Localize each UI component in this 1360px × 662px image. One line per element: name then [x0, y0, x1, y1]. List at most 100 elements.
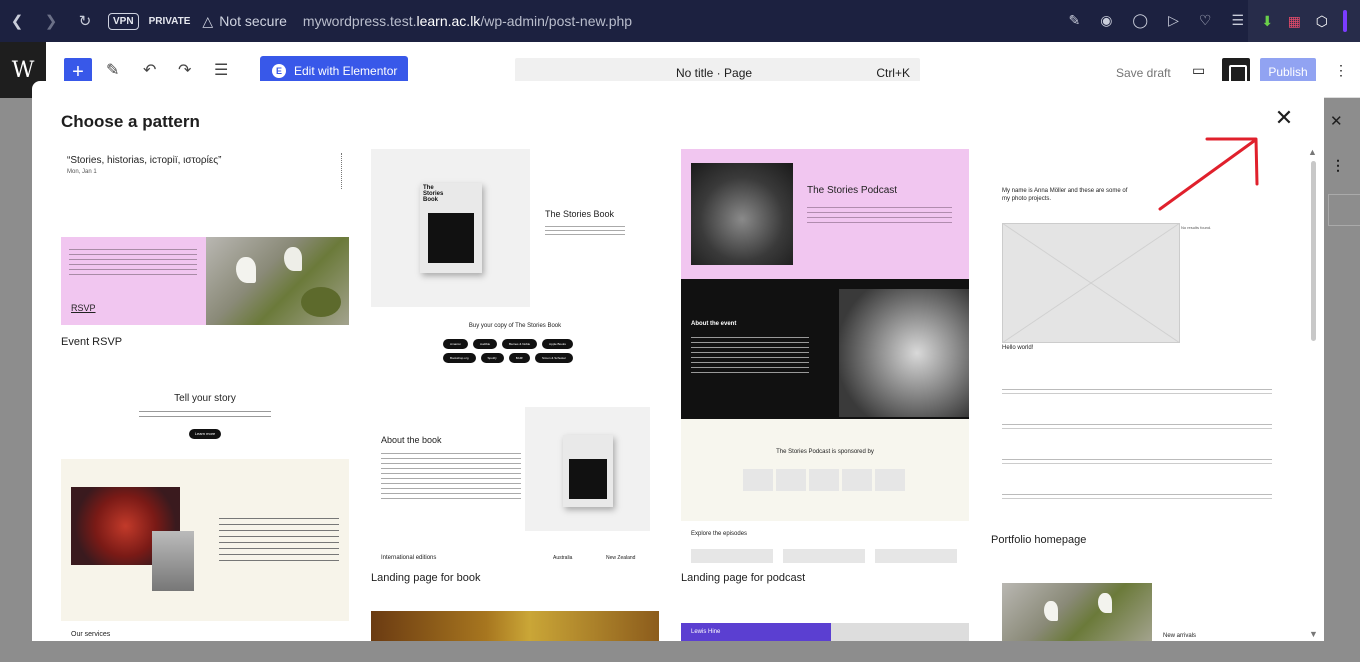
pattern-event-rsvp[interactable]: “Stories, historias, історії, ιστορίες” … [61, 149, 349, 327]
flower-thumb [1002, 583, 1152, 641]
pattern-label-landing-podcast: Landing page for podcast [681, 572, 806, 584]
not-secure-label: Not secure [219, 13, 287, 29]
podcast-title: The Stories Podcast [807, 185, 898, 196]
forward-icon[interactable]: ❯ [34, 12, 68, 30]
portfolio-intro: My name is Anna Möller and these are som… [1002, 188, 1128, 202]
buy-heading: Buy your copy of The Stories Book [468, 323, 562, 329]
modal-title: Choose a pattern [61, 112, 200, 131]
explore-heading: Explore the episodes [691, 531, 748, 537]
nz-label: New Zealand [606, 555, 636, 561]
event-quote: “Stories, historias, історії, ιστορίες” [67, 155, 222, 166]
pattern-modal: Choose a pattern ✕ “Stories, historias, … [32, 81, 1324, 641]
pattern-landing-book[interactable]: The Stories Book The Stories Book Buy yo… [371, 149, 659, 563]
options-menu-icon[interactable]: ⋮ [1334, 62, 1348, 79]
about-event-text [691, 333, 809, 375]
shield-icon[interactable]: ◯ [1132, 12, 1148, 29]
services-text [219, 513, 339, 561]
address-bar[interactable]: mywordpress.test.learn.ac.lk/wp-admin/po… [303, 13, 632, 29]
scroll-down-icon[interactable]: ▼ [1309, 629, 1318, 639]
book-cover-small [563, 435, 613, 507]
store-button: Bookshop.org [443, 353, 476, 363]
store-button: Barnes & Noble [502, 339, 538, 349]
heart-icon[interactable]: ♡ [1199, 12, 1212, 29]
book-title: The Stories Book [545, 209, 615, 219]
white-flower-image [152, 531, 194, 591]
episode-thumbs [691, 549, 957, 563]
pattern-preview-bottom-4[interactable]: New arrivals [991, 571, 1279, 641]
pattern-landing-podcast[interactable]: The Stories Podcast About the event The … [681, 149, 969, 563]
reload-icon[interactable]: ↻ [68, 12, 102, 30]
podcast-portrait [691, 163, 793, 265]
private-label: PRIVATE [148, 15, 191, 27]
event-side-text [341, 153, 344, 189]
store-button: Spotify [480, 353, 504, 363]
book-cover: The Stories Book [420, 183, 482, 273]
event-date: Mon, Jan 1 [67, 169, 97, 175]
services-title: Our services [71, 631, 111, 638]
learn-more-button: Learn more [189, 429, 221, 439]
about-book-text [381, 449, 521, 501]
intl-editions: International editions [381, 555, 437, 561]
pattern-portfolio-homepage[interactable]: My name is Anna Möller and these are som… [991, 149, 1279, 527]
download-extension-icon[interactable]: ⬇ [1261, 13, 1273, 30]
new-arrivals-label: New arrivals [1163, 633, 1197, 639]
tell-story-title: Tell your story [174, 393, 236, 404]
tools-pencil-icon[interactable]: ✎ [106, 60, 119, 80]
lewis-hine-label: Lewis Hine [691, 629, 721, 635]
portfolio-lines [1002, 359, 1272, 499]
podcast-description [807, 203, 952, 223]
event-description [69, 245, 197, 275]
settings-icon[interactable]: ☰ [1231, 12, 1244, 29]
sidebar-close-icon[interactable]: ✕ [1330, 112, 1343, 130]
back-icon[interactable]: ❮ [0, 12, 34, 30]
browser-toolbar: ❮ ❯ ↻ VPN PRIVATE △ Not secure mywordpre… [0, 0, 1360, 42]
sidebar-options-icon[interactable]: ⋮ [1331, 157, 1345, 174]
url-path: /wp-admin/post-new.php [480, 13, 633, 29]
send-icon[interactable]: ▷ [1168, 12, 1179, 29]
tell-story-text [139, 407, 271, 421]
shortcut-hint: Ctrl+K [876, 66, 910, 80]
modal-scrollbar[interactable]: ▲ ▼ [1308, 145, 1318, 641]
store-button: Audible [473, 339, 498, 349]
services-panel [61, 459, 349, 621]
about-event-panel: About the event [681, 279, 969, 419]
vpn-badge[interactable]: VPN [108, 12, 139, 30]
book-cover-panel: The Stories Book [371, 149, 530, 307]
book-description [545, 223, 625, 237]
document-overview-icon[interactable]: ☰ [214, 60, 228, 80]
document-title: No title · Page [676, 66, 753, 80]
about-book-heading: About the book [381, 435, 442, 445]
close-icon[interactable]: ✕ [1272, 107, 1296, 131]
pattern-tell-your-story[interactable]: Tell your story Learn more Our services [61, 377, 349, 641]
sponsor-panel: The Stories Podcast is sponsored by [681, 419, 969, 521]
sponsor-heading: The Stories Podcast is sponsored by [776, 449, 874, 455]
pattern-preview-bottom-2[interactable] [371, 611, 659, 641]
edit-with-elementor-label: Edit with Elementor [294, 64, 398, 78]
scroll-up-icon[interactable]: ▲ [1308, 147, 1317, 157]
image-extension-icon[interactable]: ▦ [1288, 13, 1301, 30]
book-cover-title: The Stories Book [423, 185, 444, 203]
rsvp-link: RSVP [71, 303, 96, 313]
undo-icon[interactable]: ↶ [143, 60, 156, 80]
event-pink-panel: RSVP [61, 237, 206, 325]
store-button: BAM! [508, 353, 531, 363]
elementor-icon: E [272, 64, 286, 78]
save-draft-button[interactable]: Save draft [1116, 66, 1171, 80]
scrollbar-thumb[interactable] [1311, 161, 1316, 341]
pattern-preview-bottom-3[interactable]: Lewis Hine [681, 623, 969, 641]
camera-icon[interactable]: ◉ [1100, 12, 1112, 29]
sidebar-panel-edge [1328, 194, 1360, 226]
url-domain: learn.ac.lk [416, 13, 481, 29]
portfolio-hello: Hello world! [1002, 345, 1034, 351]
browser-action-icons: ✎ ◉ ◯ ▷ ♡ ☰ [1068, 12, 1244, 29]
cube-extension-icon[interactable]: ⬡ [1316, 13, 1328, 30]
url-prefix: mywordpress.test. [302, 13, 417, 29]
pattern-label-portfolio: Portfolio homepage [991, 534, 1087, 546]
preview-device-icon[interactable]: ▭ [1192, 62, 1205, 79]
podcast-header: The Stories Podcast [681, 149, 969, 279]
portfolio-no-results: No results found. [1181, 225, 1212, 230]
warning-icon: △ [202, 12, 214, 29]
redo-icon[interactable]: ↷ [178, 60, 191, 80]
security-indicator[interactable]: △ Not secure [202, 13, 286, 30]
edit-icon[interactable]: ✎ [1068, 12, 1080, 29]
